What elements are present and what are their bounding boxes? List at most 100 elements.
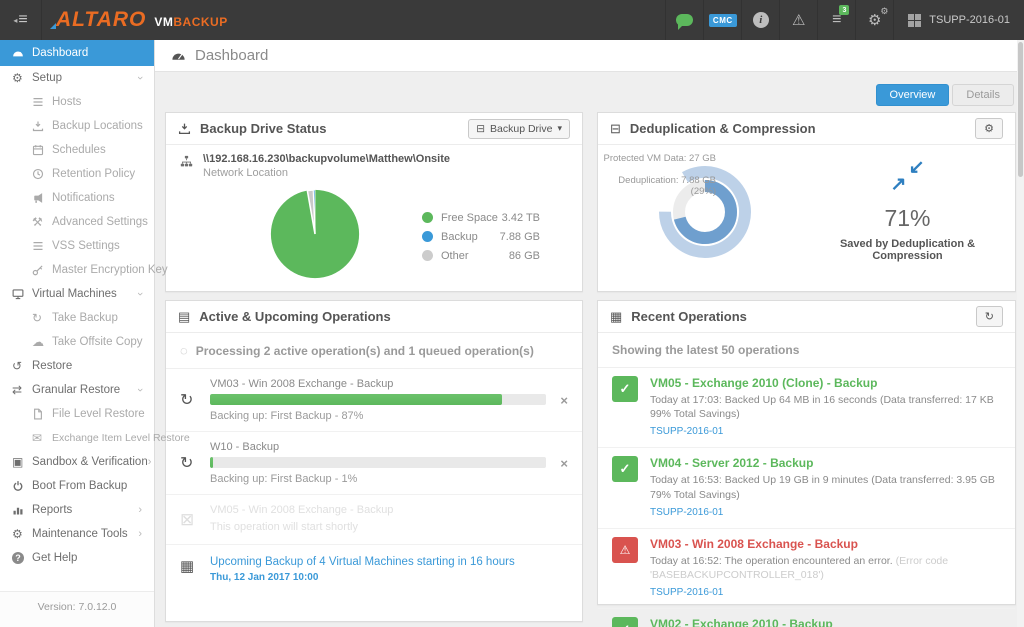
sidebar-item-notifications[interactable]: Notifications [0,186,154,210]
legend-row-free-space: Free Space 3.42 TB [422,212,540,224]
tasks-count-badge: 3 [839,5,849,15]
list-icon [32,96,52,108]
tasks-button[interactable]: ≡ 3 [817,0,855,40]
sidebar-item-backup-locations[interactable]: Backup Locations [0,114,154,138]
settings-button[interactable]: ⚙⚙ [855,0,893,40]
panel-title: Recent Operations [631,309,747,324]
envelope-icon: ✉ [32,431,52,445]
chat-bubble-icon [676,14,693,26]
info-button[interactable]: i [741,0,779,40]
list-icon [32,240,52,252]
sidebar-item-take-offsite-copy[interactable]: ☁ Take Offsite Copy [0,330,154,354]
gauge-icon [12,47,32,59]
chevron-down-icon: › [134,388,146,392]
sidebar-item-reports[interactable]: Reports › [0,498,154,522]
recent-op-server-link[interactable]: TSUPP-2016-01 [650,507,723,518]
drive-usage-chart-row: Free Space 3.42 TB Backup 7.88 GB Other … [166,185,582,288]
sidebar-item-restore[interactable]: ↺ Restore [0,354,154,378]
download-tray-icon [178,122,191,135]
sidebar-item-virtual-machines[interactable]: Virtual Machines › [0,282,154,306]
hdd-icon: ⊟ [610,121,621,137]
sandbox-icon: ▣ [12,455,32,469]
sidebar-item-maintenance-tools[interactable]: ⚙ Maintenance Tools › [0,522,154,546]
success-check-icon: ✓ [612,617,638,627]
sync-icon: ↻ [180,453,210,473]
recent-op-server-link[interactable]: TSUPP-2016-01 [650,426,723,437]
feedback-button[interactable] [665,0,703,40]
sidebar-item-retention-policy[interactable]: Retention Policy [0,162,154,186]
refresh-icon: ↻ [32,311,52,325]
topbar: ◂ ≡ ALTARO VM BACKUP CMC i ⚠ [0,0,1024,40]
active-operations-panel: ▤ Active & Upcoming Operations ◌ Process… [165,300,583,622]
success-check-icon: ✓ [612,456,638,482]
sidebar-item-master-encryption-key[interactable]: Master Encryption Key [0,258,154,282]
queued-icon: ⊠ [180,510,210,530]
other-dot [422,250,433,261]
cancel-operation-button[interactable]: × [546,456,568,471]
recent-operation-row-error: ⚠ VM03 - Win 2008 Exchange - Backup Toda… [598,529,1015,609]
gear-icon: ⚙ [12,71,32,85]
upcoming-backup-row: ▦ Upcoming Backup of 4 Virtual Machines … [166,545,582,594]
sidebar-item-sandbox-verification[interactable]: ▣ Sandbox & Verification › [0,450,154,474]
sidebar-item-schedules[interactable]: Schedules [0,138,154,162]
warning-icon: ⚠ [792,13,805,28]
panel-title: Active & Upcoming Operations [199,309,390,324]
recent-ops-summary: Showing the latest 50 operations [598,333,1015,368]
recent-operation-row: ✓ VM04 - Server 2012 - Backup Today at 1… [598,448,1015,528]
dedup-settings-button[interactable]: ⚙ [975,118,1003,139]
hamburger-icon: ≡ [18,12,27,28]
recent-op-name: VM05 - Exchange 2010 (Clone) - Backup [650,376,1001,390]
backup-dot [422,231,433,242]
progress-fill [210,394,502,405]
drive-usage-pie-chart [266,185,364,288]
tasks-list-icon: ≡ 3 [832,11,841,29]
chevron-down-icon: › [134,76,146,80]
power-icon [12,480,32,492]
sidebar-item-get-help[interactable]: ? Get Help [0,546,154,570]
retweet-icon: ⇄ [12,383,32,397]
progress-bar [210,394,546,405]
operation-name: VM05 - Win 2008 Exchange - Backup [210,504,568,516]
sidebar-item-setup[interactable]: ⚙ Setup › [0,66,154,90]
cmc-button[interactable]: CMC [703,0,741,40]
view-toggle: Overview Details [876,84,1014,106]
brand-altaro: ALTARO [56,8,146,32]
sidebar-item-boot-from-backup[interactable]: Boot From Backup [0,474,154,498]
backup-location-info: \\192.168.16.230\backupvolume\Matthew\On… [203,153,450,179]
upcoming-backup-link[interactable]: Upcoming Backup of 4 Virtual Machines st… [210,556,515,568]
sidebar-item-take-backup[interactable]: ↻ Take Backup [0,306,154,330]
sidebar-item-vss-settings[interactable]: VSS Settings [0,234,154,258]
recent-op-server-link[interactable]: TSUPP-2016-01 [650,587,723,598]
brand-backup: BACKUP [173,15,227,29]
scrollbar[interactable] [1017,40,1024,627]
sidebar-item-dashboard[interactable]: Dashboard [0,40,154,66]
details-button[interactable]: Details [952,84,1014,106]
recent-op-detail: Today at 16:53: Backed Up 19 GB in 9 min… [650,473,1001,501]
panel-title: Deduplication & Compression [630,121,816,136]
overview-button[interactable]: Overview [876,84,950,106]
scrollbar-thumb[interactable] [1018,42,1023,177]
tasks-icon: ▤ [178,309,190,325]
sidebar-item-advanced-settings[interactable]: ⚒ Advanced Settings [0,210,154,234]
recent-op-detail: Today at 17:03: Backed Up 64 MB in 16 se… [650,393,1001,421]
windows-logo-icon [908,14,921,27]
sidebar-item-file-level-restore[interactable]: File Level Restore [0,402,154,426]
calendar-check-icon: ▦ [610,309,622,325]
server-selector[interactable]: TSUPP-2016-01 [893,0,1024,40]
sync-icon: ↻ [180,390,210,410]
sidebar-item-hosts[interactable]: Hosts [0,90,154,114]
refresh-button[interactable]: ↻ [976,306,1003,327]
sidebar-item-exchange-item-level-restore[interactable]: ✉ Exchange Item Level Restore [0,426,154,450]
sidebar-item-granular-restore[interactable]: ⇄ Granular Restore › [0,378,154,402]
alerts-button[interactable]: ⚠ [779,0,817,40]
cancel-operation-button[interactable]: × [546,393,568,408]
sidebar-collapse-button[interactable]: ◂ ≡ [0,0,42,40]
chevron-right-icon: › [138,528,142,540]
dedup-savings-summary: ↙ ↗ 71% Saved by Deduplication & Compres… [808,161,1007,262]
server-name: TSUPP-2016-01 [929,14,1010,26]
recent-op-name: VM04 - Server 2012 - Backup [650,456,1001,470]
caret-down-icon: ▾ [557,123,562,134]
backup-drive-dropdown-button[interactable]: ⊟ Backup Drive ▾ [468,119,570,139]
operation-name: VM03 - Win 2008 Exchange - Backup [210,378,546,390]
chevron-right-icon: › [138,504,142,516]
